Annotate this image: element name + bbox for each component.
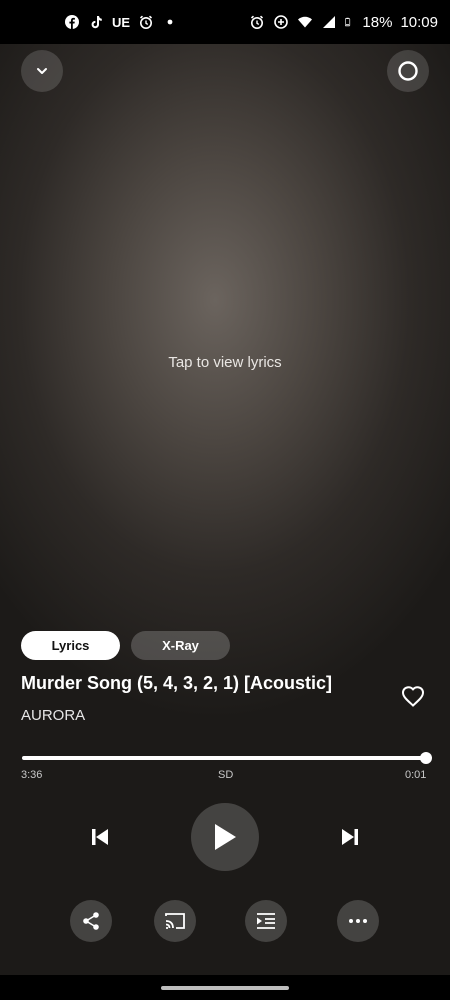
alexa-ring-icon [398,61,418,81]
status-bar: UE 18% 10:09 [0,0,450,44]
signal-icon [323,16,336,28]
more-options-button[interactable] [337,900,379,942]
elapsed-time: 3:36 [21,769,43,781]
skip-previous-icon [92,829,108,845]
audio-quality-badge: SD [218,769,234,781]
cast-icon [165,913,185,929]
progress-handle[interactable] [420,752,432,764]
system-navigation-bar [0,975,450,1000]
remaining-time: 0:01 [405,769,427,781]
battery-icon [345,17,351,27]
facebook-icon [65,15,79,29]
chevron-down-icon [37,68,47,74]
tab-x-ray[interactable]: X-Ray [131,631,230,660]
dot-icon [167,19,173,25]
cast-button[interactable] [154,900,196,942]
alarm-icon [251,15,264,29]
alarm-icon [140,15,153,29]
progress-bar[interactable] [22,756,426,760]
tap-to-view-lyrics[interactable]: Tap to view lyrics [0,354,450,371]
status-left-icons: UE [64,14,178,30]
heart-outline-icon[interactable] [401,685,425,709]
clock: 10:09 [400,13,438,31]
status-right-icons: 18% 10:09 [249,14,438,31]
alexa-button[interactable] [387,50,429,92]
next-button[interactable] [336,823,364,851]
track-title: Murder Song (5, 4, 3, 2, 1) [Acoustic] [21,673,333,693]
battery-percent: 18% [362,13,393,31]
play-button[interactable] [191,803,259,871]
tab-lyrics[interactable]: Lyrics [21,631,120,660]
home-gesture-handle[interactable] [161,986,289,990]
play-icon [215,824,236,850]
tiktok-icon [91,16,102,29]
share-button[interactable] [70,900,112,942]
share-icon [83,912,99,930]
wifi-icon [298,16,313,28]
queue-icon [257,913,275,929]
now-playing-screen: UE 18% 10:09 Tap to view lyrics Lyrics X… [0,0,450,1000]
more-icon [349,919,367,923]
ue-indicator: UE [112,14,131,30]
track-artist[interactable]: AURORA [21,707,85,724]
data-saver-icon [274,15,289,29]
skip-next-icon [342,829,358,845]
previous-button[interactable] [86,823,114,851]
queue-button[interactable] [245,900,287,942]
collapse-button[interactable] [21,50,63,92]
